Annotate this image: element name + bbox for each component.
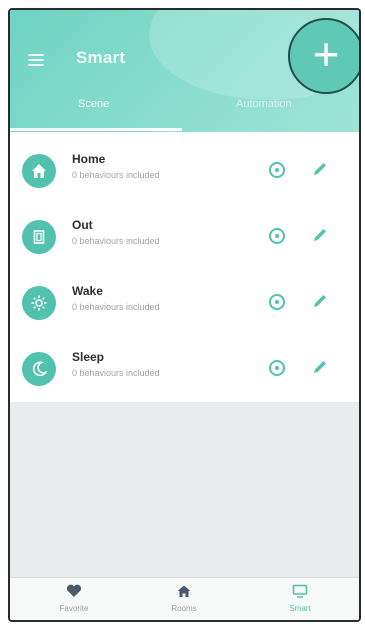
run-scene-icon[interactable] — [269, 228, 285, 244]
moon-icon — [22, 352, 56, 386]
edit-icon[interactable] — [311, 226, 329, 244]
scene-subtitle: 0 behaviours included — [72, 170, 160, 180]
run-scene-icon[interactable] — [269, 294, 285, 310]
nav-item-smart[interactable]: Smart — [250, 578, 350, 620]
nav-label: Favorite — [59, 604, 89, 613]
edit-icon[interactable] — [311, 358, 329, 376]
app-frame: Smart Scene Automation + Home 0 behaviou… — [8, 8, 361, 622]
list-item[interactable]: Wake 0 behaviours included — [10, 268, 359, 334]
page-title: Smart — [76, 48, 126, 67]
scene-subtitle: 0 behaviours included — [72, 236, 160, 246]
nav-item-favorite[interactable]: Favorite — [24, 578, 124, 620]
menu-icon[interactable] — [28, 54, 44, 66]
nav-label: Rooms — [171, 604, 197, 613]
scene-name: Out — [72, 218, 93, 232]
bottom-nav: Favorite Rooms Smart — [10, 577, 359, 620]
run-scene-icon[interactable] — [269, 162, 285, 178]
door-icon — [22, 220, 56, 254]
nav-label: Smart — [289, 604, 311, 613]
list-item[interactable]: Home 0 behaviours included — [10, 136, 359, 202]
tab-scene[interactable]: Scene — [78, 98, 109, 110]
empty-area — [10, 402, 359, 578]
edit-icon[interactable] — [311, 160, 329, 178]
tab-automation[interactable]: Automation — [236, 98, 292, 110]
active-tab-indicator — [10, 128, 182, 131]
scene-name: Wake — [72, 284, 103, 298]
heart-icon — [66, 584, 82, 597]
scene-subtitle: 0 behaviours included — [72, 302, 160, 312]
list-item[interactable]: Sleep 0 behaviours included — [10, 334, 359, 400]
sun-gear-icon — [22, 286, 56, 320]
edit-icon[interactable] — [311, 292, 329, 310]
scene-subtitle: 0 behaviours included — [72, 368, 160, 378]
plus-icon: + — [312, 28, 340, 80]
house-icon — [177, 585, 191, 597]
run-scene-icon[interactable] — [269, 360, 285, 376]
list-item[interactable]: Out 0 behaviours included — [10, 202, 359, 268]
scene-list: Home 0 behaviours included Out 0 behavio… — [10, 132, 359, 402]
scene-name: Sleep — [72, 350, 105, 364]
nav-item-rooms[interactable]: Rooms — [134, 578, 234, 620]
monitor-icon — [292, 584, 308, 598]
home-icon — [22, 154, 56, 188]
add-scene-button[interactable]: + — [288, 18, 359, 94]
scene-name: Home — [72, 152, 106, 166]
